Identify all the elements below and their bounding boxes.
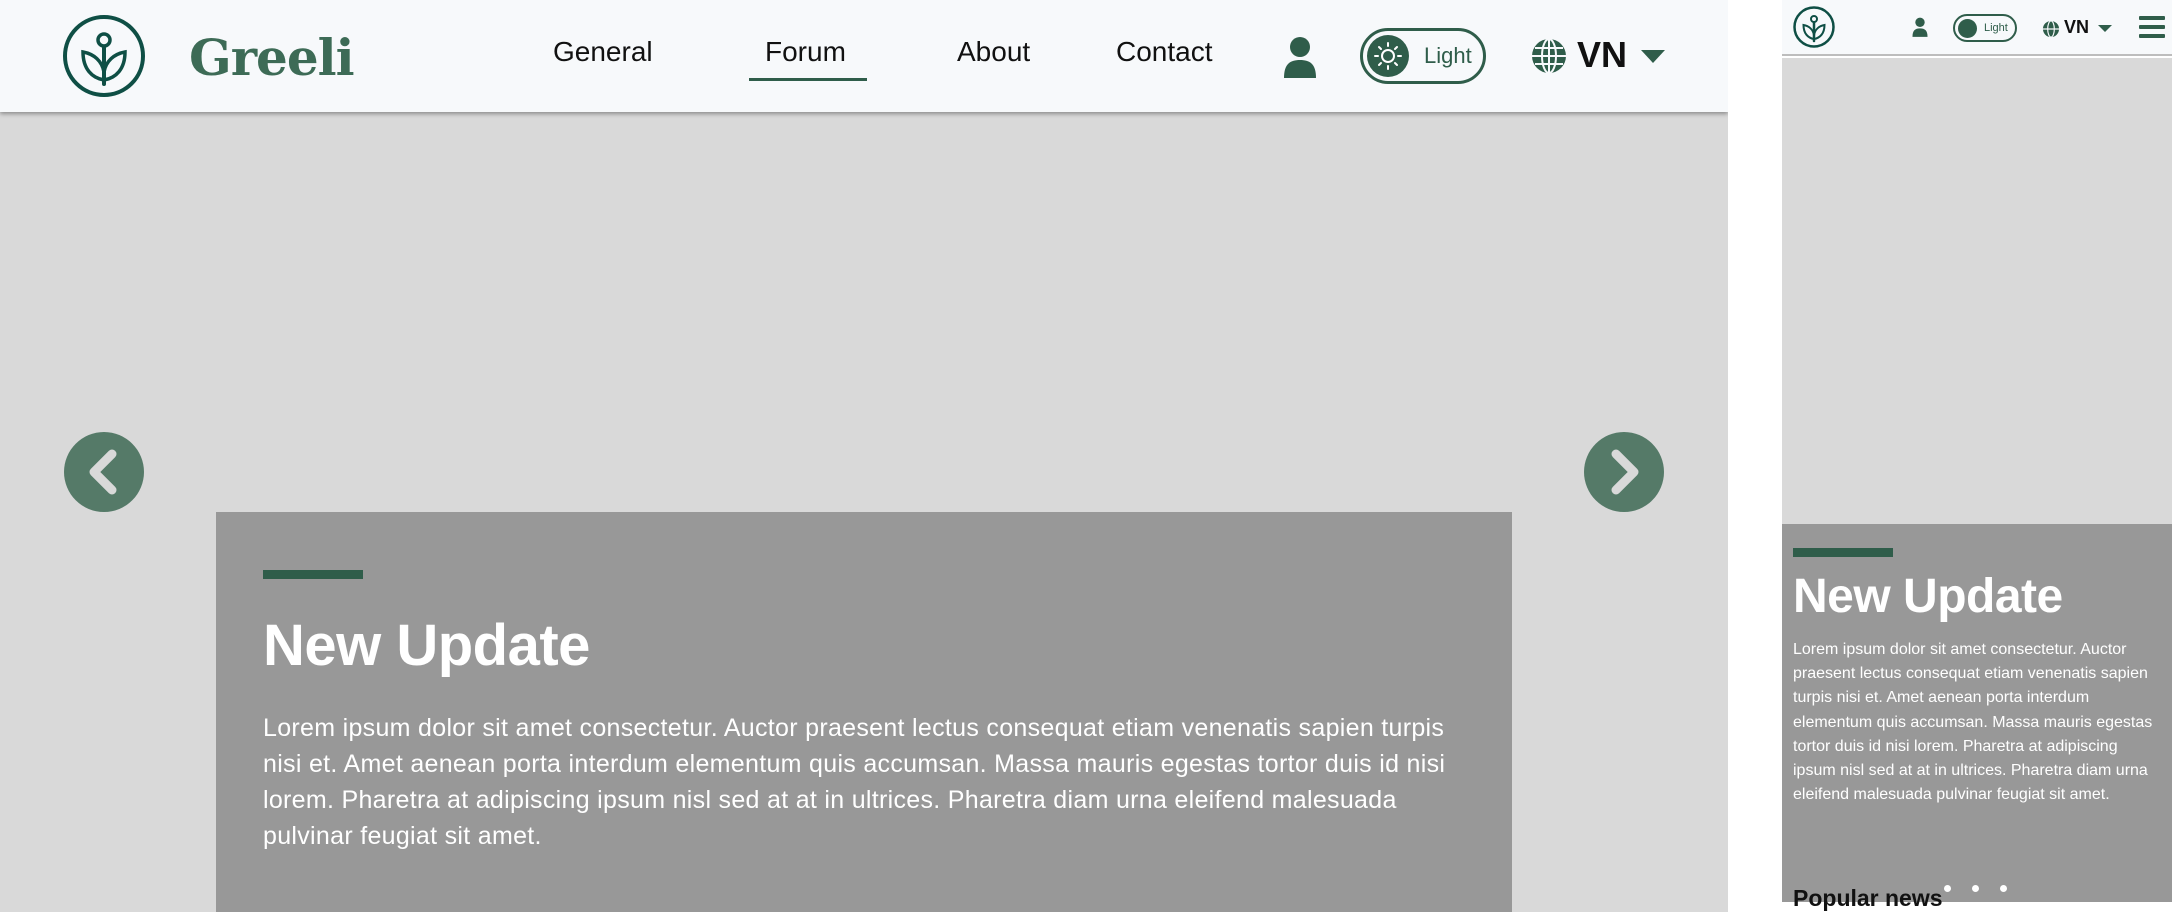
theme-toggle[interactable]: Light — [1953, 14, 2017, 42]
chevron-right-icon — [1611, 449, 1639, 495]
chevron-down-icon[interactable] — [1641, 50, 1665, 63]
theme-toggle-label: Light — [1984, 22, 2008, 34]
globe-icon[interactable] — [2042, 20, 2060, 38]
nav-active-indicator — [749, 78, 867, 81]
hamburger-menu-icon[interactable] — [2139, 16, 2165, 38]
nav-general[interactable]: General — [553, 36, 653, 68]
sun-icon — [1958, 19, 1977, 38]
mobile-hero-body: Lorem ipsum dolor sit amet consectetur. … — [1793, 641, 2153, 804]
mobile-hero-card: New Update Lorem ipsum dolor sit amet co… — [1782, 524, 2172, 902]
site-header: Greeli General Forum About Contact Light… — [0, 0, 1728, 112]
language-selector[interactable]: VN — [2064, 17, 2089, 38]
accent-bar — [1793, 548, 1893, 557]
carousel-prev-button[interactable] — [64, 432, 144, 512]
greeli-logo-icon[interactable] — [62, 14, 146, 98]
sun-icon — [1367, 35, 1409, 77]
globe-icon[interactable] — [1530, 37, 1568, 75]
theme-toggle-label: Light — [1424, 43, 1472, 68]
accent-bar — [263, 570, 363, 579]
user-icon[interactable] — [1283, 36, 1317, 78]
mobile-view: New Update Lorem ipsum dolor sit amet co… — [1782, 0, 2172, 912]
chevron-left-icon — [89, 449, 117, 495]
user-icon[interactable] — [1912, 17, 1928, 37]
mobile-hero: New Update Lorem ipsum dolor sit amet co… — [1782, 58, 2172, 902]
carousel-dots — [1944, 885, 2014, 893]
carousel-dot[interactable] — [1972, 885, 1979, 892]
mobile-hero-title: New Update — [1793, 570, 2063, 623]
brand-name[interactable]: Greeli — [189, 28, 355, 87]
section-title: Popular news — [1793, 885, 1943, 911]
language-selector[interactable]: VN — [1577, 34, 1627, 76]
nav-forum[interactable]: Forum — [765, 36, 846, 68]
theme-toggle[interactable]: Light — [1360, 28, 1486, 84]
nav-about[interactable]: About — [957, 36, 1030, 68]
desktop-view: Greeli General Forum About Contact Light… — [0, 0, 1728, 912]
chevron-down-icon[interactable] — [2098, 25, 2112, 32]
nav-contact[interactable]: Contact — [1116, 36, 1213, 68]
hero-card: New Update Lorem ipsum dolor sit amet co… — [216, 512, 1512, 912]
carousel-dot[interactable] — [1944, 885, 1951, 892]
greeli-logo-icon[interactable] — [1793, 6, 1835, 48]
carousel-dot[interactable] — [2000, 885, 2007, 892]
mobile-header: Light VN — [1782, 0, 2172, 56]
carousel-next-button[interactable] — [1584, 432, 1664, 512]
hero-title: New Update — [263, 613, 590, 678]
hero-body: Lorem ipsum dolor sit amet consectetur. … — [263, 714, 1446, 850]
